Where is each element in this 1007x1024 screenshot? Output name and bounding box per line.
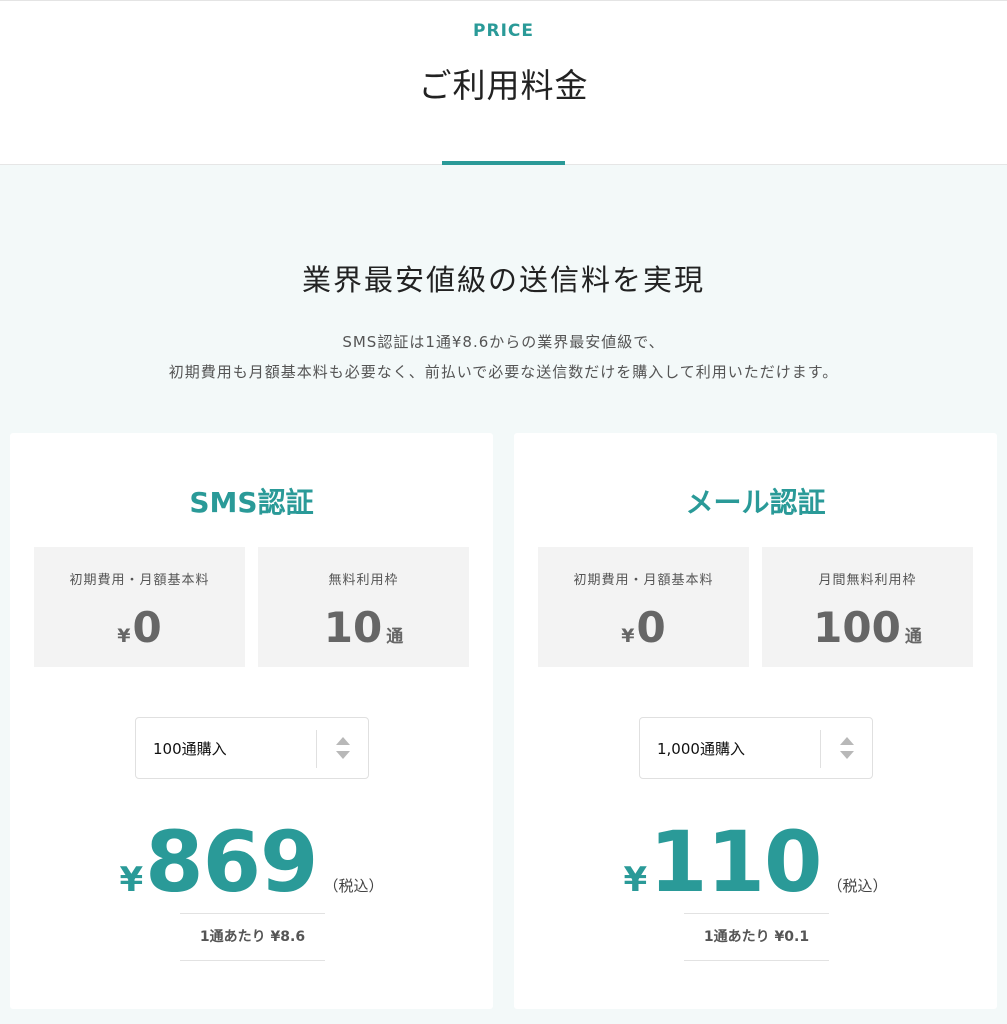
pricing-description: SMS認証は1通¥8.6からの業界最安値級で、 初期費用も月額基本料も必要なく、… xyxy=(0,327,1007,387)
page-header: PRICE ご利用料金 xyxy=(0,0,1007,165)
fee-label: 初期費用・月額基本料 xyxy=(573,573,714,588)
per-unit-price: 1通あたり ¥0.1 xyxy=(684,913,829,961)
updown-arrows-icon[interactable] xyxy=(840,737,854,763)
free-quota-amount: 10 xyxy=(323,603,383,652)
free-quota-amount: 100 xyxy=(813,603,901,652)
fee-label: 初期費用・月額基本料 xyxy=(69,573,210,588)
tax-note: （税込） xyxy=(827,877,888,895)
pricing-headline: 業界最安値級の送信料を実現 xyxy=(301,263,705,297)
free-quota-value: 100 通 xyxy=(762,603,973,652)
quantity-select[interactable]: 1,000通購入 xyxy=(639,717,873,779)
quantity-select-value: 100通購入 xyxy=(153,740,227,758)
total-price: ¥869 （税込） xyxy=(10,817,493,907)
pricing-section: 業界最安値級の送信料を実現 SMS認証は1通¥8.6からの業界最安値級で、 初期… xyxy=(0,165,1007,1024)
page-title: ご利用料金 xyxy=(418,66,589,105)
fee-amount: 0 xyxy=(636,603,666,652)
price-currency: ¥ xyxy=(119,860,144,900)
quantity-select-value: 1,000通購入 xyxy=(657,740,745,758)
select-divider xyxy=(316,730,317,768)
free-quota-label: 無料利用枠 xyxy=(328,573,399,588)
fee-value: ¥0 xyxy=(34,603,245,652)
fee-amount: 0 xyxy=(132,603,162,652)
updown-arrows-icon[interactable] xyxy=(336,737,350,763)
select-divider xyxy=(820,730,821,768)
fee-box: 初期費用・月額基本料 ¥0 xyxy=(34,547,245,667)
fee-currency: ¥ xyxy=(621,625,635,647)
per-unit-price: 1通あたり ¥8.6 xyxy=(180,913,325,961)
price-amount: 869 xyxy=(145,813,318,911)
fee-currency: ¥ xyxy=(117,625,131,647)
section-eyebrow: PRICE xyxy=(473,21,534,41)
free-quota-value: 10 通 xyxy=(258,603,469,652)
plan-card-sms: SMS認証 初期費用・月額基本料 ¥0 無料利用枠 10 通 100通購入 ¥86… xyxy=(10,433,493,1009)
free-quota-unit: 通 xyxy=(904,627,922,647)
description-line-2: 初期費用も月額基本料も必要なく、前払いで必要な送信数だけを購入して利用いただけま… xyxy=(168,363,839,381)
plan-title: SMS認証 xyxy=(189,486,314,519)
price-currency: ¥ xyxy=(623,860,648,900)
quantity-select[interactable]: 100通購入 xyxy=(135,717,369,779)
free-quota-label: 月間無料利用枠 xyxy=(818,573,917,588)
free-quota-box: 月間無料利用枠 100 通 xyxy=(762,547,973,667)
plan-card-mail: メール認証 初期費用・月額基本料 ¥0 月間無料利用枠 100 通 1,000通購… xyxy=(514,433,997,1009)
fee-value: ¥0 xyxy=(538,603,749,652)
total-price: ¥110 （税込） xyxy=(514,817,997,907)
description-line-1: SMS認証は1通¥8.6からの業界最安値級で、 xyxy=(342,333,665,351)
free-quota-unit: 通 xyxy=(386,627,404,647)
free-quota-box: 無料利用枠 10 通 xyxy=(258,547,469,667)
plan-title: メール認証 xyxy=(685,486,826,519)
price-amount: 110 xyxy=(649,813,822,911)
fee-box: 初期費用・月額基本料 ¥0 xyxy=(538,547,749,667)
tax-note: （税込） xyxy=(323,877,384,895)
